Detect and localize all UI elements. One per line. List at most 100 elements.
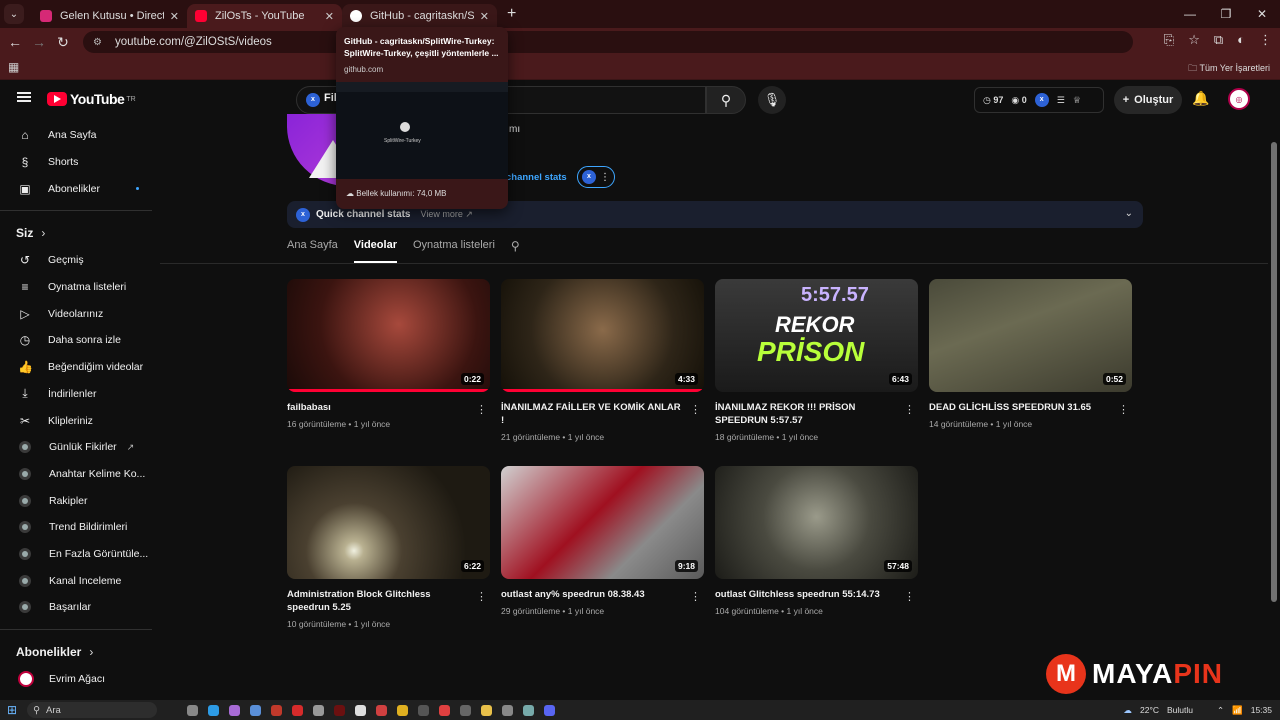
video-card[interactable]: 57:48 outlast Glitchless speedrun 55:14.… [715,466,918,616]
weather-icon[interactable]: ☁ [1124,705,1133,716]
restore-icon[interactable]: ❐ [1208,0,1244,28]
video-thumbnail[interactable]: 9:18 [501,466,704,579]
teams-icon[interactable] [271,704,283,716]
trophy-icon[interactable]: ♕ [1073,95,1081,106]
sidebar-item-subscription[interactable]: Evrim Ağacı [0,666,152,693]
video-thumbnail[interactable]: 6:22 [287,466,490,579]
video-card[interactable]: 6:22 Administration Block Glitchless spe… [287,466,490,629]
browser-tab[interactable]: GitHub - cagritaskn/SplitWire-T ✕ [342,4,497,28]
back-icon[interactable]: ← [3,34,27,50]
tab-search-button[interactable]: ⌄ [4,4,24,24]
more-actions-icon[interactable]: ⋮ [476,403,487,416]
sidebar-item-daily-ideas[interactable]: Günlük Fikirler ↗ [0,434,152,461]
sidebar-item-channel-review[interactable]: Kanal Inceleme [0,567,152,594]
tab-home[interactable]: Ana Sayfa [287,239,338,263]
video-thumbnail[interactable]: 5:57.57 REKOR PRİSON 6:43 [715,279,918,392]
network-icon[interactable]: 📶 [1232,705,1243,716]
youtube-logo[interactable]: YouTube TR [47,91,136,107]
opera-icon[interactable] [292,704,304,716]
sidebar-item-liked-videos[interactable]: 👍 Beğendiğim videolar [0,354,152,381]
sidebar-item-your-videos[interactable]: ▷ Videolarınız [0,300,152,327]
notifications-bell-icon[interactable]: 🔔 [1192,90,1209,107]
close-window-icon[interactable]: ✕ [1244,0,1280,28]
install-app-icon[interactable]: ⎘ [1164,32,1174,48]
profile-icon[interactable]: ◐ [1237,32,1245,48]
sidebar-item-watch-later[interactable]: ◷ Daha sonra izle [0,327,152,354]
browser-tab-active[interactable]: ZilOsTs - YouTube ✕ [187,4,342,28]
video-thumbnail[interactable]: 0:22 [287,279,490,392]
apps-grid-icon[interactable]: ▦ [8,60,19,74]
sidebar-item-most-viewed[interactable]: En Fazla Görüntüle... [0,541,152,568]
sidebar-item-playlists[interactable]: ≡ Oynatma listeleri [0,274,152,301]
sidebar-item-home[interactable]: ⌂ Ana Sayfa [0,122,152,149]
more-actions-icon[interactable]: ⋮ [476,590,487,603]
forward-icon[interactable]: → [27,34,51,50]
menu-dots-icon[interactable]: ⋮ [1259,32,1272,48]
chevron-down-icon[interactable]: ⌄ [1125,208,1133,219]
video-title[interactable]: outlast Glitchless speedrun 55:14.73 [715,588,895,601]
app-icon[interactable] [355,704,367,716]
edge-icon[interactable] [208,704,220,716]
subscriptions-section-heading[interactable]: Abonelikler › [0,638,152,666]
sidebar-item-trend-alerts[interactable]: Trend Bildirimleri [0,514,152,541]
voice-search-button[interactable]: 🎙 [758,86,786,114]
video-title[interactable]: DEAD GLİCHLİSS SPEEDRUN 31.65 [929,401,1109,414]
list-icon[interactable]: ☰ [1057,95,1065,106]
video-title[interactable]: Administration Block Glitchless speedrun… [287,588,467,614]
views-stat[interactable]: ◉ 0 [1011,95,1026,106]
windows-start-icon[interactable]: ⊞ [7,703,17,717]
sidebar-item-downloads[interactable]: ⤓ İndirilenler [0,381,152,408]
view-more-link[interactable]: View more ↗ [420,209,472,220]
video-title[interactable]: failbabası [287,401,467,414]
close-tab-icon[interactable]: ✕ [480,10,489,23]
sidebar-item-shorts[interactable]: § Shorts [0,149,152,176]
file-explorer-icon[interactable] [481,704,493,716]
video-title[interactable]: outlast any% speedrun 08.38.43 [501,588,681,601]
discord-icon[interactable] [544,704,556,716]
clock[interactable]: 15:35 [1251,705,1272,715]
video-card[interactable]: 5:57.57 REKOR PRİSON 6:43 İNANILMAZ REKO… [715,279,918,442]
scrollbar-thumb[interactable] [1271,142,1277,602]
app-icon[interactable] [376,704,388,716]
more-actions-icon[interactable]: ⋮ [1118,403,1129,416]
app-icon[interactable] [418,704,430,716]
app-icon[interactable] [523,704,535,716]
close-tab-icon[interactable]: ✕ [325,10,334,23]
sidebar-item-clips[interactable]: ✂ Klipleriniz [0,407,152,434]
hamburger-menu-icon[interactable] [17,92,31,102]
new-tab-icon[interactable]: + [507,5,516,23]
account-avatar[interactable]: ◎ [1228,88,1250,110]
you-section-heading[interactable]: Siz › [0,219,152,247]
video-thumbnail[interactable]: 0:52 [929,279,1132,392]
video-thumbnail[interactable]: 57:48 [715,466,918,579]
url-bar[interactable]: ⚙ youtube.com/@ZilOStS/videos [83,31,1133,53]
app-icon[interactable] [502,704,514,716]
taskbar-search[interactable]: ⚲ Ara [27,702,158,718]
extensions-icon[interactable]: ⧉ [1214,32,1223,48]
sidebar-item-achievements[interactable]: Başarılar [0,594,152,621]
tab-playlists[interactable]: Oynatma listeleri [413,239,495,263]
store-icon[interactable] [250,704,262,716]
channel-stats-button[interactable]: x ⋮ [577,166,615,188]
browser-tab[interactable]: Gelen Kutusu • Direct ✕ [32,4,187,28]
bookmark-star-icon[interactable]: ☆ [1188,32,1200,48]
chrome-icon[interactable] [397,704,409,716]
task-view-icon[interactable] [187,704,199,716]
sidebar-item-subscriptions[interactable]: ▣ Abonelikler [0,175,152,202]
video-title[interactable]: İNANILMAZ FAİLLER VE KOMİK ANLAR ! [501,401,681,427]
sidebar-item-history[interactable]: ↺ Geçmiş [0,247,152,274]
page-scrollbar[interactable] [1268,80,1280,690]
clock-stat[interactable]: ◷ 97 [983,95,1003,106]
channel-search-icon[interactable]: ⚲ [511,239,520,263]
copilot-icon[interactable] [229,704,241,716]
reload-icon[interactable]: ↻ [51,34,75,51]
search-button[interactable]: ⚲ [706,86,746,114]
chrome-icon[interactable] [439,704,451,716]
all-bookmarks-link[interactable]: 🗀 Tüm Yer İşaretleri [1188,61,1270,77]
more-actions-icon[interactable]: ⋮ [904,590,915,603]
app-icon[interactable] [334,704,346,716]
video-card[interactable]: 4:33 İNANILMAZ FAİLLER VE KOMİK ANLAR ! … [501,279,704,442]
video-card[interactable]: 0:52 DEAD GLİCHLİSS SPEEDRUN 31.65 14 gö… [929,279,1132,429]
site-info-icon[interactable]: ⚙ [93,37,107,48]
create-button[interactable]: + Oluştur [1114,86,1182,114]
